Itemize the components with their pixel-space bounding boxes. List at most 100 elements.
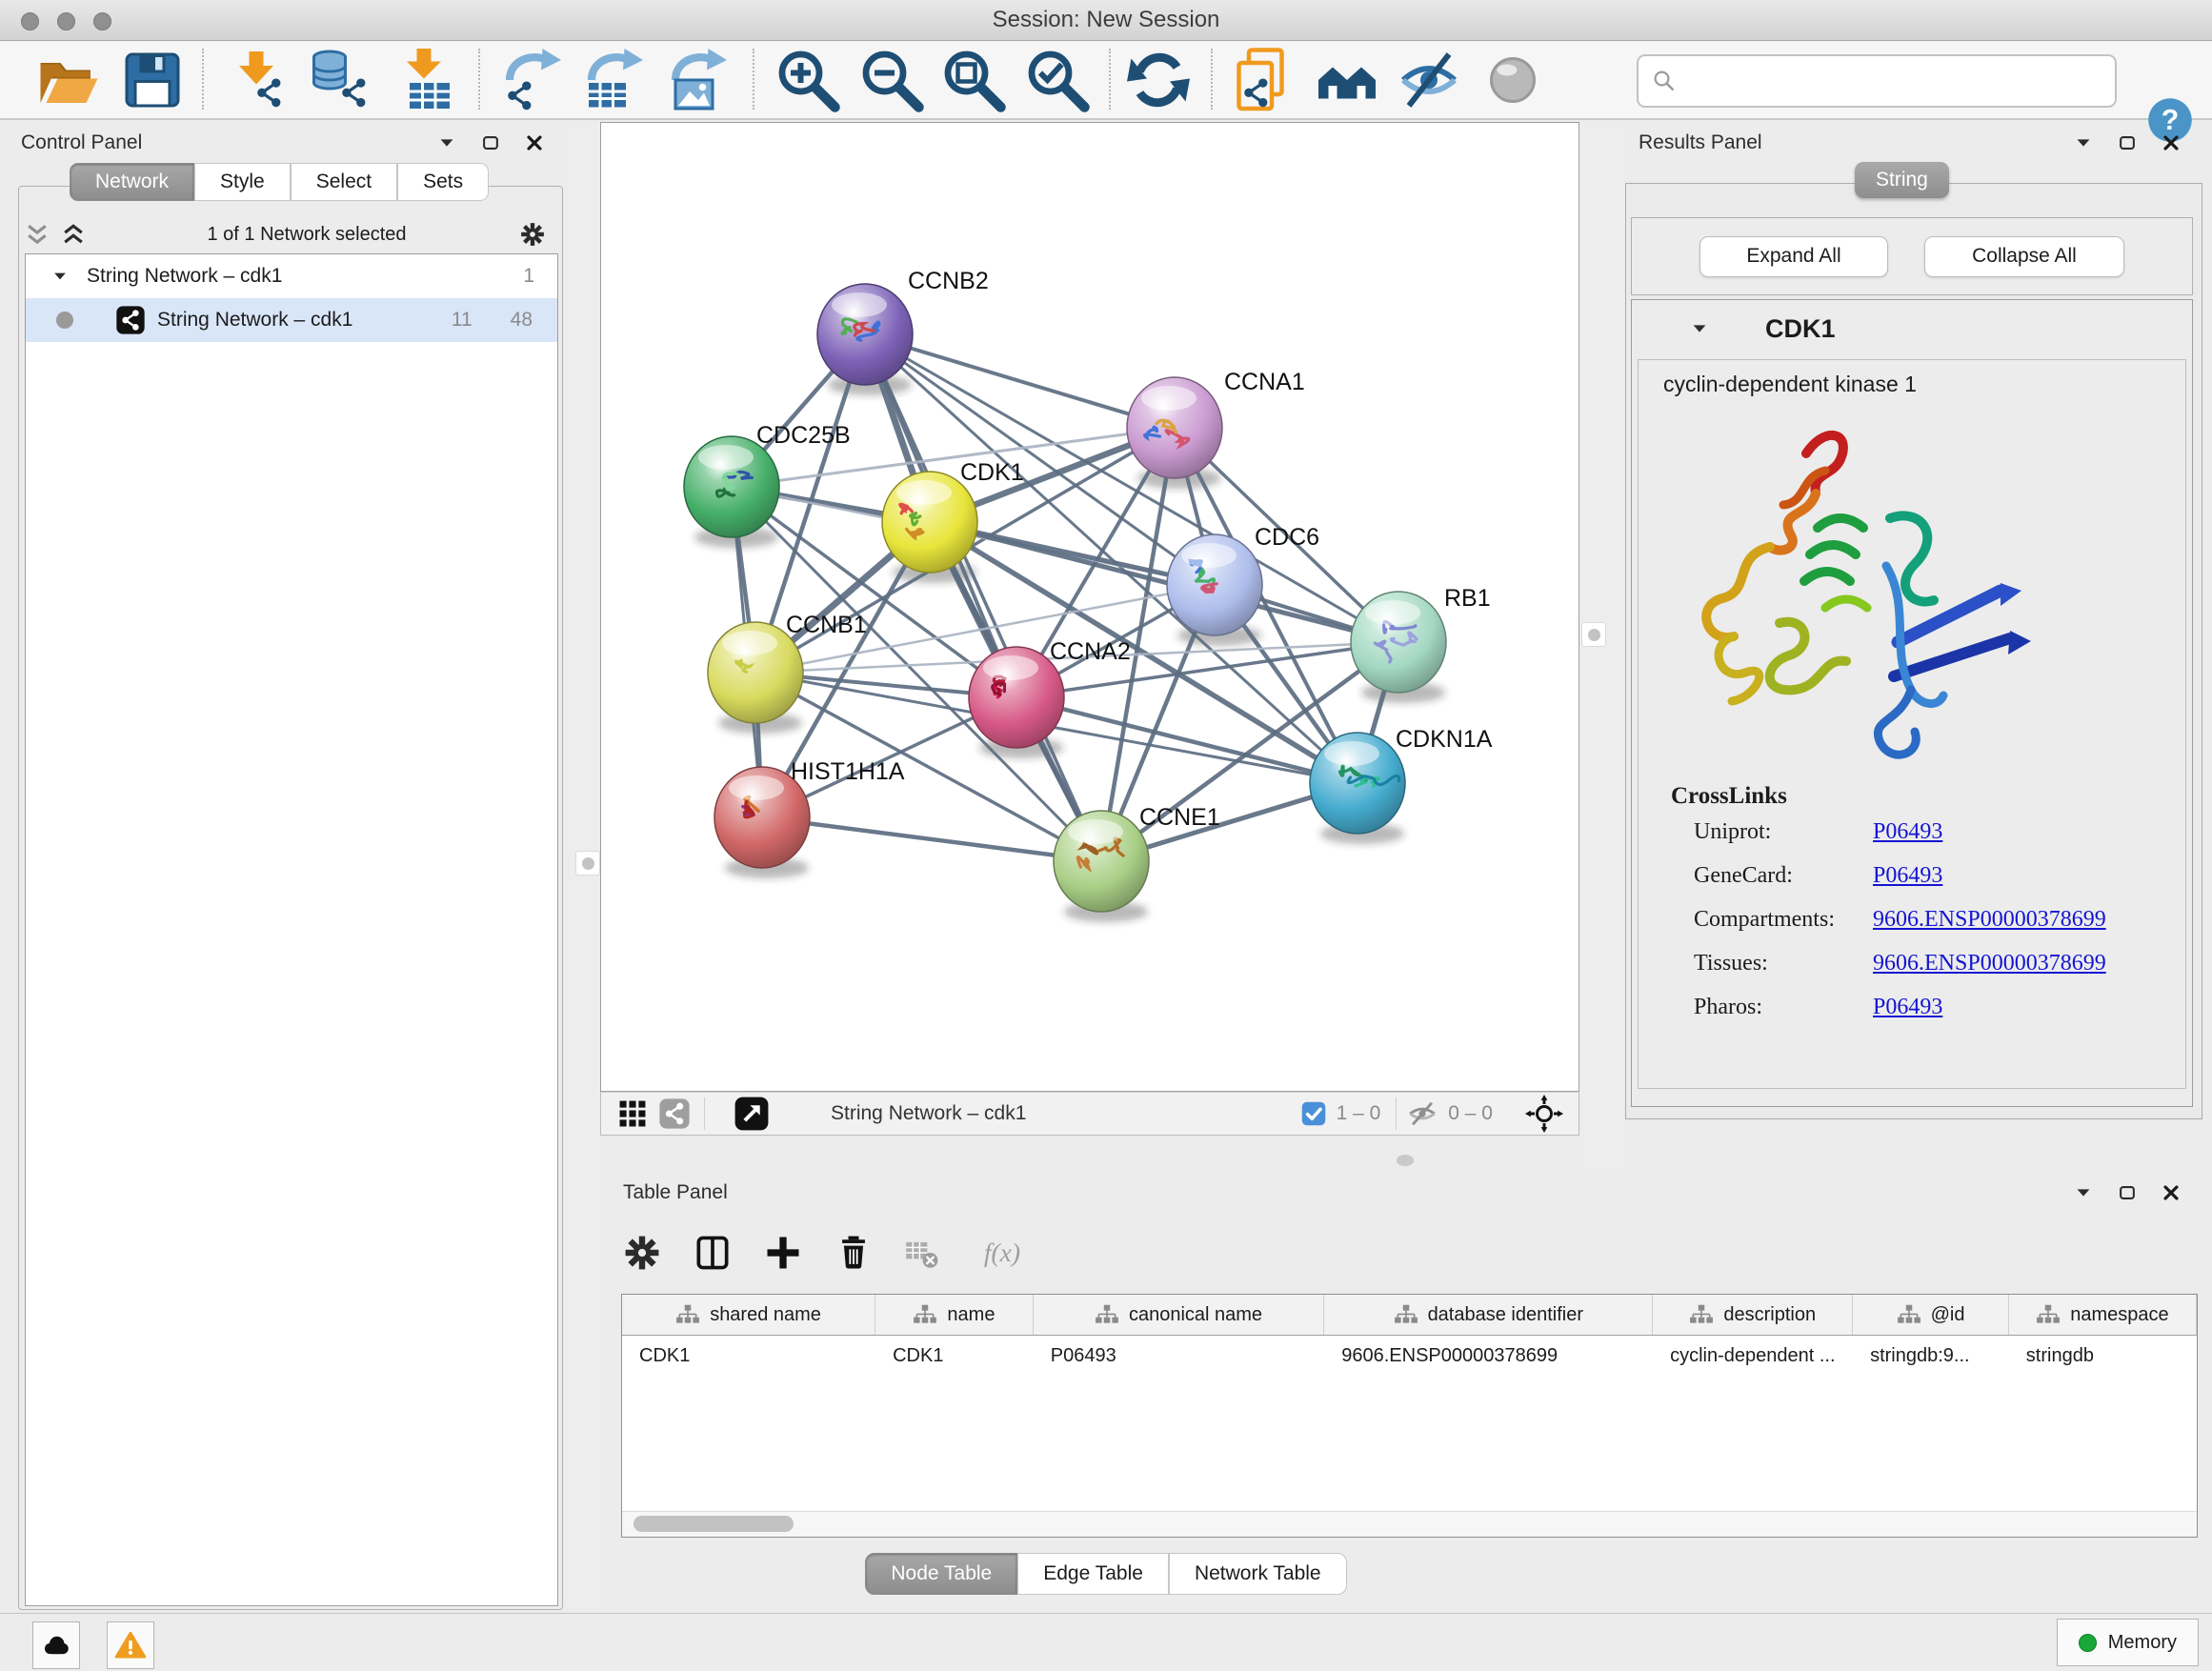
export-network-button[interactable]	[495, 50, 564, 110]
network-node-RB1[interactable]	[1351, 592, 1446, 693]
table-menu-icon[interactable]	[2073, 1182, 2094, 1203]
network-options-gear-icon[interactable]	[518, 220, 547, 249]
network-row[interactable]: String Network – cdk1 11 48	[26, 298, 557, 342]
tab-node-table[interactable]: Node Table	[865, 1553, 1017, 1595]
results-entry-header[interactable]: CDK1	[1632, 300, 2192, 357]
network-graph[interactable]: CCNB2CCNA1CDC25BCDK1CDC6RB1CCNB1CCNA2CDK…	[601, 123, 1580, 1093]
horizontal-splitter-handle[interactable]	[1397, 1155, 1414, 1166]
table-row[interactable]: CDK1CDK1P064939606.ENSP00000378699cyclin…	[622, 1336, 2197, 1376]
open-session-button[interactable]	[33, 50, 102, 110]
crosslink-link[interactable]: 9606.ENSP00000378699	[1873, 907, 2106, 933]
tab-network-table[interactable]: Network Table	[1169, 1553, 1347, 1595]
column-header-description[interactable]: description	[1653, 1295, 1853, 1335]
results-menu-icon[interactable]	[2073, 132, 2094, 153]
node-label-CCNA2: CCNA2	[1050, 638, 1131, 665]
table-toolbar: f(x)	[621, 1221, 1038, 1284]
import-table-from-file-button[interactable]	[392, 50, 461, 110]
network-list: String Network – cdk1 1 String Network –…	[25, 253, 558, 1606]
fit-selected-icon[interactable]	[1525, 1095, 1563, 1133]
expand-all-button[interactable]: Expand All	[1699, 236, 1888, 277]
collapse-all-button[interactable]: Collapse All	[1924, 236, 2124, 277]
left-splitter-handle[interactable]	[575, 851, 600, 876]
network-node-CCNB2[interactable]	[817, 284, 913, 385]
collection-expand-icon[interactable]	[50, 267, 70, 286]
table-panel-title: Table Panel	[610, 1181, 2073, 1204]
network-node-CCNA1[interactable]	[1127, 377, 1222, 478]
tab-sets[interactable]: Sets	[397, 163, 489, 201]
column-header-namespace[interactable]: namespace	[2009, 1295, 2197, 1335]
entry-collapse-icon[interactable]	[1689, 318, 1710, 339]
tab-style[interactable]: Style	[194, 163, 291, 201]
first-neighbors-of-selected-button[interactable]	[1313, 50, 1381, 110]
table-hscrollbar-thumb[interactable]	[633, 1516, 794, 1532]
table-float-icon[interactable]	[2117, 1182, 2138, 1203]
crosslink-link[interactable]: P06493	[1873, 995, 1942, 1020]
network-node-CDC6[interactable]	[1167, 534, 1262, 635]
new-network-from-selection-button[interactable]	[1229, 50, 1297, 110]
network-collection-row[interactable]: String Network – cdk1 1	[26, 254, 557, 298]
right-splitter-handle[interactable]	[1581, 622, 1606, 647]
network-node-CDKN1A[interactable]	[1310, 733, 1405, 834]
table-hscrollbar[interactable]	[622, 1511, 2197, 1537]
network-edge-count: 48	[511, 309, 533, 332]
network-canvas[interactable]: CCNB2CCNA1CDC25BCDK1CDC6RB1CCNB1CCNA2CDK…	[600, 122, 1579, 1092]
delete-column-icon[interactable]	[833, 1232, 875, 1274]
save-session-button[interactable]	[118, 50, 187, 110]
show-columns-icon[interactable]	[692, 1232, 734, 1274]
collapse-all-networks-icon[interactable]	[23, 220, 51, 249]
network-node-CCNE1[interactable]	[1054, 811, 1149, 912]
hide-selected-nodes-button[interactable]	[1395, 50, 1463, 110]
birds-eye-view-icon[interactable]	[616, 1097, 649, 1130]
tab-network[interactable]: Network	[70, 163, 194, 201]
export-image-button[interactable]	[661, 50, 730, 110]
import-network-from-database-button[interactable]	[307, 50, 375, 110]
detach-view-icon[interactable]	[734, 1096, 770, 1132]
network-node-CDC25B[interactable]	[684, 436, 779, 537]
show-all-nodes-edges-button[interactable]	[1478, 50, 1547, 110]
tab-edge-table[interactable]: Edge Table	[1017, 1553, 1169, 1595]
tab-select[interactable]: Select	[291, 163, 397, 201]
panel-close-icon[interactable]	[524, 132, 545, 153]
crosslink-link[interactable]: 9606.ENSP00000378699	[1873, 951, 2106, 976]
network-node-CDK1[interactable]	[882, 472, 977, 573]
results-float-icon[interactable]	[2117, 132, 2138, 153]
column-header-databaseidentifier[interactable]: database identifier	[1324, 1295, 1653, 1335]
crosslink-link[interactable]: P06493	[1873, 819, 1942, 845]
selected-count-checkbox[interactable]	[1300, 1100, 1327, 1127]
memory-button[interactable]: Memory	[2057, 1619, 2199, 1666]
cloud-status-button[interactable]	[32, 1621, 80, 1669]
table-close-icon[interactable]	[2161, 1182, 2182, 1203]
titlebar: Session: New Session	[0, 0, 2212, 41]
zoom-in-icon	[774, 46, 842, 114]
memory-status-dot	[2079, 1634, 2097, 1652]
table-gear-icon[interactable]	[621, 1232, 663, 1274]
column-header-canonicalname[interactable]: canonical name	[1034, 1295, 1325, 1335]
zoom-in-button[interactable]	[774, 50, 842, 110]
panel-menu-icon[interactable]	[436, 132, 457, 153]
toolbar-separator	[1211, 49, 1213, 110]
cytoscape-window: Session: New Session ? Control Panel Net…	[0, 0, 2212, 1671]
export-table-button[interactable]	[577, 50, 646, 110]
hidden-count-badge: 0 – 0	[1448, 1102, 1493, 1125]
column-header-sharedname[interactable]: shared name	[622, 1295, 875, 1335]
zoom-fit-content-button[interactable]	[939, 50, 1008, 110]
node-table[interactable]: shared namenamecanonical namedatabase id…	[621, 1294, 2198, 1538]
results-close-icon[interactable]	[2161, 132, 2182, 153]
zoom-out-button[interactable]	[857, 50, 926, 110]
column-header-name[interactable]: name	[875, 1295, 1034, 1335]
export-network-icon	[495, 46, 564, 114]
table-cell: stringdb:9...	[1853, 1336, 2009, 1376]
import-network-from-file-button[interactable]	[225, 50, 293, 110]
warnings-button[interactable]	[107, 1621, 154, 1669]
expand-all-networks-icon[interactable]	[59, 220, 88, 249]
tab-string[interactable]: String	[1855, 162, 1949, 198]
zoom-selected-region-button[interactable]	[1023, 50, 1092, 110]
column-header-id[interactable]: @id	[1853, 1295, 2009, 1335]
refresh-network-view-button[interactable]	[1124, 50, 1193, 110]
save-session-icon	[118, 46, 187, 114]
toolbar-search-input[interactable]	[1686, 68, 2115, 94]
add-column-icon[interactable]	[762, 1232, 804, 1274]
crosslink-link[interactable]: P06493	[1873, 863, 1942, 889]
crosslink-row: Compartments:9606.ENSP00000378699	[1639, 897, 2185, 941]
panel-float-icon[interactable]	[480, 132, 501, 153]
